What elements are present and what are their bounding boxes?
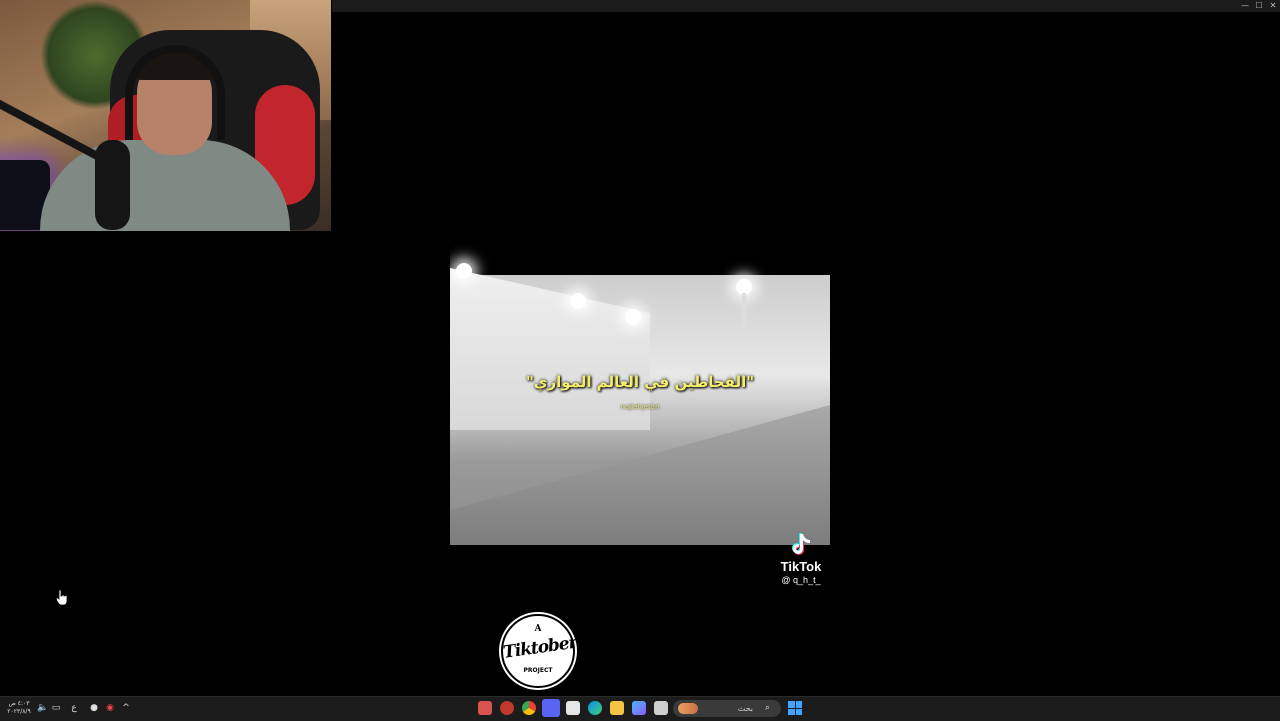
chevron-up-icon[interactable]: ^ [120,702,132,714]
video-caption: "القحاطين في العالم الموازي" [525,373,755,391]
windows-start-icon[interactable] [788,701,802,715]
clock-date: ٢٠٢٣/٨/٩ [7,708,31,715]
search-placeholder: بحث [737,704,753,713]
street-light [570,293,586,309]
store-icon[interactable] [566,701,580,715]
logo-main-text: Tiktober [501,632,578,663]
hand-cursor-icon [55,589,68,605]
microphone [95,140,130,230]
tiktok-icon [792,533,810,555]
mail-app-icon[interactable] [478,701,492,715]
video-credit: najlehjetan [620,403,660,411]
search-highlight-icon [678,703,698,714]
maximize-icon[interactable]: ☐ [1252,0,1266,12]
clock-time: ٤:٠٣ ص [8,700,30,707]
network-icon[interactable]: ▭ [50,702,62,714]
headset [125,45,225,140]
edge-icon[interactable] [588,701,602,715]
video-frame[interactable]: "القحاطين في العالم الموازي" najlehjetan [450,165,830,545]
language-indicator[interactable]: ع [68,702,80,714]
logo-bottom-text: PROJECT [523,667,553,674]
notepad-icon[interactable] [654,701,668,715]
search-icon: ⌕ [765,703,771,713]
tray-clock[interactable]: ٤:٠٣ ص ٢٠٢٣/٨/٩ [6,700,32,716]
discord-icon[interactable] [542,699,560,717]
volume-icon[interactable]: 🔈 [37,702,49,714]
app-tray-icon[interactable]: ◉ [104,702,116,714]
logo-top-text: A [534,624,542,634]
tiktok-brand: TikTok [780,559,822,574]
search-input[interactable]: بحث ⌕ [673,700,781,717]
gallery-icon[interactable] [632,701,646,715]
street-light [625,309,641,325]
file-explorer-icon[interactable] [610,701,624,715]
chrome-icon[interactable] [522,701,536,715]
taskbar: ٤:٠٣ ص ٢٠٢٣/٨/٩ 🔈 ▭ ع ● ◉ ^ بحث ⌕ [0,696,1280,721]
close-icon[interactable]: ✕ [1266,0,1280,12]
window-titlebar [332,0,1280,12]
minimize-icon[interactable]: — [1238,0,1252,12]
red-app-icon[interactable] [500,701,514,715]
microphone-icon[interactable]: ● [88,702,100,714]
tiktober-logo: A Tiktober PROJECT [501,614,578,688]
tiktok-handle: @ q_h_t_ [781,575,821,585]
street-light [456,263,472,279]
webcam-overlay [0,0,331,231]
